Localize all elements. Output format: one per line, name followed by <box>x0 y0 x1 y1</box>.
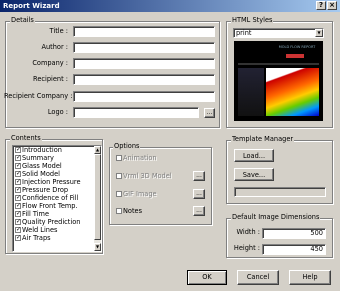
checkbox[interactable]: ✓ <box>15 203 21 209</box>
author-label: Author : <box>41 43 68 51</box>
list-item-label: Flow Front Temp. <box>22 202 78 210</box>
scroll-up-icon[interactable]: ▲ <box>94 146 101 154</box>
height-label: Height : <box>233 244 260 252</box>
checkbox[interactable]: ✓ <box>15 179 21 185</box>
window-title: Report Wizard <box>3 2 60 10</box>
preview-badge <box>286 54 304 58</box>
animation-option[interactable]: Animation <box>114 154 157 162</box>
template-path-field[interactable] <box>234 187 326 197</box>
list-item[interactable]: ✓ Injection Pressure <box>13 178 101 186</box>
list-item[interactable]: ✓ Summary <box>13 154 101 162</box>
gif-option[interactable]: GIF Image <box>114 190 157 198</box>
checkbox[interactable]: ✓ <box>15 147 21 153</box>
title-field[interactable] <box>73 26 215 37</box>
logo-field[interactable] <box>73 107 199 118</box>
recipient-company-label: Recipient Company : <box>4 92 73 100</box>
list-item-label: Injection Pressure <box>22 178 81 186</box>
title-bar[interactable]: Report Wizard <box>0 0 340 12</box>
recipient-field[interactable] <box>73 74 215 85</box>
list-item[interactable]: ✓ Flow Front Temp. <box>13 202 101 210</box>
company-field[interactable] <box>73 58 215 69</box>
list-item-label: Weld Lines <box>22 226 58 234</box>
recipient-company-field[interactable] <box>73 91 215 102</box>
company-label: Company : <box>32 59 68 67</box>
author-field[interactable] <box>73 42 215 53</box>
checkbox[interactable]: ✓ <box>15 219 21 225</box>
preview-image <box>266 68 319 116</box>
preview-divider <box>238 63 319 65</box>
checkbox[interactable] <box>116 191 122 197</box>
height-field[interactable]: 450 <box>262 244 326 255</box>
contents-legend: Contents <box>10 134 42 142</box>
save-button[interactable]: Save... <box>234 168 274 181</box>
list-item-label: Glass Model <box>22 162 62 170</box>
option-label: Vrml 3D Model <box>123 172 172 180</box>
option-label: Notes <box>123 207 143 215</box>
checkbox[interactable] <box>116 208 122 214</box>
list-item-label: Air Traps <box>22 234 51 242</box>
vrml-option[interactable]: Vrml 3D Model <box>114 172 172 180</box>
list-item[interactable]: ✓ Glass Model <box>13 162 101 170</box>
notes-browse-button[interactable]: ... <box>193 206 205 216</box>
list-item-label: Quality Prediction <box>22 218 81 226</box>
chevron-down-icon[interactable]: ▼ <box>315 29 323 37</box>
list-item[interactable]: ✓ Pressure Drop <box>13 186 101 194</box>
image-dimensions-legend: Default Image Dimensions <box>231 213 321 221</box>
list-item-label: Confidence of Fill <box>22 194 79 202</box>
checkbox[interactable] <box>116 173 122 179</box>
style-select[interactable]: print <box>233 28 324 38</box>
preview-sidebar <box>238 68 264 116</box>
notes-option[interactable]: Notes <box>114 207 142 215</box>
checkbox[interactable]: ✓ <box>15 171 21 177</box>
logo-label: Logo : <box>47 108 68 116</box>
list-item[interactable]: ✓ Confidence of Fill <box>13 194 101 202</box>
checkbox[interactable]: ✓ <box>15 163 21 169</box>
style-preview-image: MOLD FLOW REPORT <box>234 41 323 121</box>
details-legend: Details <box>10 16 35 24</box>
checkbox[interactable]: ✓ <box>15 195 21 201</box>
cancel-button[interactable]: Cancel <box>237 270 279 285</box>
list-item[interactable]: ✓ Solid Model <box>13 170 101 178</box>
template-manager-legend: Template Manager <box>231 135 295 143</box>
checkbox[interactable]: ✓ <box>15 155 21 161</box>
scroll-down-icon[interactable]: ▼ <box>94 243 101 251</box>
help-title-button[interactable]: ? <box>316 1 326 10</box>
list-item[interactable]: ✓ Fill Time <box>13 210 101 218</box>
width-label: Width : <box>236 228 260 236</box>
preview-heading: MOLD FLOW REPORT <box>278 45 316 49</box>
vrml-browse-button[interactable]: ... <box>193 171 205 181</box>
list-item-label: Introduction <box>22 146 62 154</box>
load-button[interactable]: Load... <box>234 149 274 162</box>
option-label: GIF Image <box>123 190 157 198</box>
options-legend: Options <box>113 142 141 150</box>
list-item[interactable]: ✓ Quality Prediction <box>13 218 101 226</box>
style-select-value: print <box>236 29 252 37</box>
list-item-label: Pressure Drop <box>22 186 69 194</box>
ok-button[interactable]: OK <box>187 270 227 285</box>
help-button[interactable]: Help <box>289 270 331 285</box>
list-item-label: Solid Model <box>22 170 60 178</box>
list-item-label: Summary <box>22 154 54 162</box>
html-styles-legend: HTML Styles <box>231 16 274 24</box>
scroll-thumb[interactable] <box>94 154 101 240</box>
list-item[interactable]: ✓ Introduction <box>13 146 101 154</box>
list-item[interactable]: ✓ Weld Lines <box>13 226 101 234</box>
width-field[interactable]: 500 <box>262 228 326 239</box>
logo-browse-button[interactable]: ... <box>204 108 215 118</box>
option-label: Animation <box>123 154 157 162</box>
checkbox[interactable]: ✓ <box>15 227 21 233</box>
checkbox[interactable]: ✓ <box>15 211 21 217</box>
close-icon[interactable]: × <box>327 1 337 10</box>
recipient-label: Recipient : <box>33 75 68 83</box>
checkbox[interactable]: ✓ <box>15 187 21 193</box>
checkbox[interactable]: ✓ <box>15 235 21 241</box>
checkbox[interactable] <box>116 155 122 161</box>
contents-list[interactable]: ✓ Introduction ✓ Summary ✓ Glass Model ✓ Sol… <box>12 145 102 252</box>
list-item[interactable]: ✓ Air Traps <box>13 234 101 242</box>
title-label: Title : <box>49 27 68 35</box>
list-item-label: Fill Time <box>22 210 50 218</box>
gif-browse-button[interactable]: ... <box>193 189 205 199</box>
